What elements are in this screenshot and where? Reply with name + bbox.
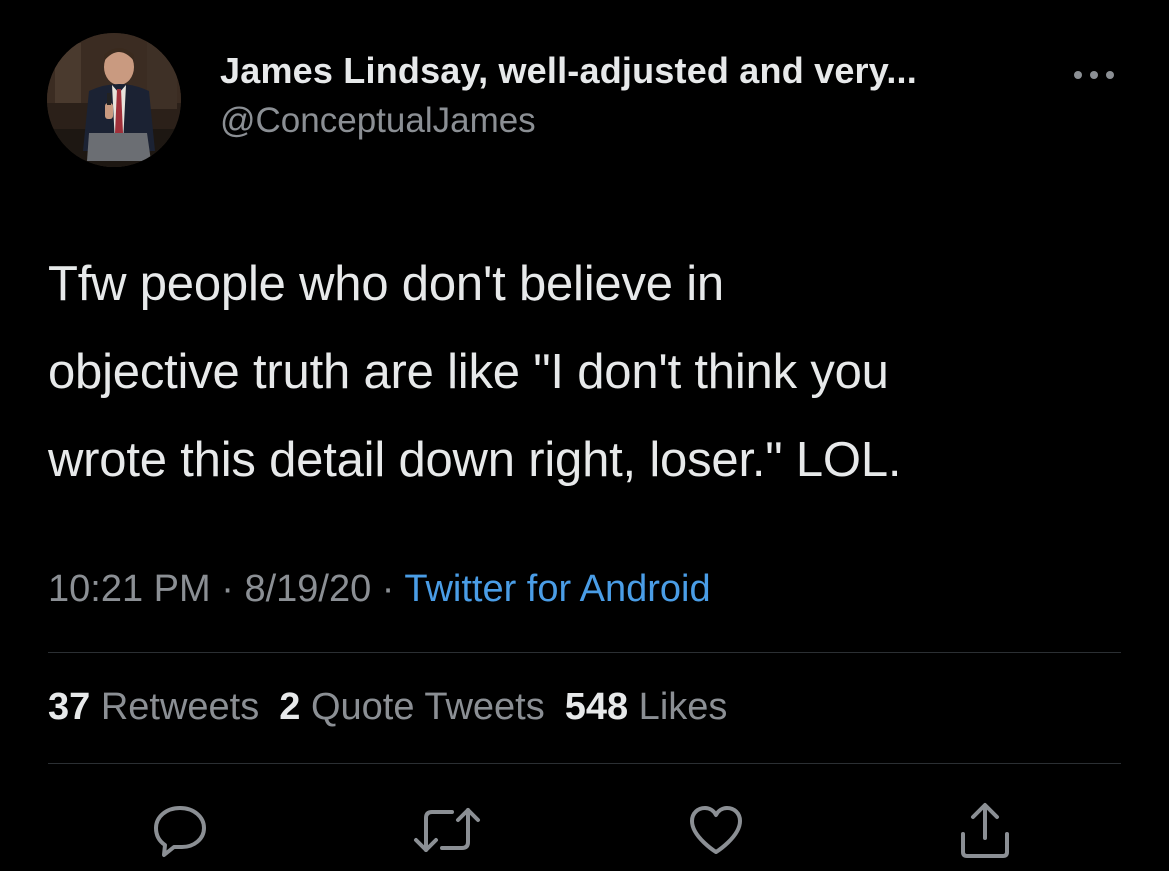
tweet-time: 10:21 PM bbox=[48, 568, 211, 610]
reply-icon bbox=[154, 806, 206, 857]
tweet-meta: 10:21 PM · 8/19/20 · Twitter for Android bbox=[48, 568, 711, 611]
quote-tweets-count: 2 bbox=[279, 686, 301, 728]
likes-label: Likes bbox=[628, 686, 728, 728]
tweet-source-link[interactable]: Twitter for Android bbox=[404, 568, 710, 610]
likes-count: 548 bbox=[564, 686, 629, 728]
likes-stat[interactable]: 548 Likes bbox=[565, 686, 728, 728]
like-button[interactable] bbox=[686, 800, 746, 860]
reply-button[interactable] bbox=[150, 800, 210, 860]
retweets-count: 37 bbox=[48, 686, 91, 728]
more-icon bbox=[1074, 71, 1114, 79]
share-icon bbox=[961, 803, 1009, 858]
meta-separator: · bbox=[210, 568, 245, 610]
author-display-name[interactable]: James Lindsay, well-adjusted and very... bbox=[220, 50, 917, 92]
tweet-date: 8/19/20 bbox=[244, 568, 372, 610]
avatar[interactable] bbox=[47, 33, 181, 167]
retweets-label: Retweets bbox=[90, 686, 260, 728]
retweets-stat[interactable]: 37 Retweets bbox=[48, 686, 259, 728]
share-button[interactable] bbox=[955, 800, 1015, 860]
author-handle[interactable]: @ConceptualJames bbox=[220, 101, 536, 141]
divider bbox=[48, 652, 1121, 653]
more-options-button[interactable] bbox=[1068, 60, 1120, 90]
meta-separator: · bbox=[371, 568, 405, 610]
retweet-icon bbox=[414, 808, 480, 852]
quote-tweets-label: Quote Tweets bbox=[300, 686, 545, 728]
tweet-text: Tfw people who don't believe in objectiv… bbox=[48, 257, 902, 487]
tweet-stats: 37 Retweets 2 Quote Tweets 548 Likes bbox=[48, 686, 747, 729]
avatar-photo bbox=[47, 33, 181, 167]
heart-icon bbox=[690, 806, 742, 854]
divider bbox=[48, 763, 1121, 764]
retweet-button[interactable] bbox=[412, 800, 480, 860]
quote-tweets-stat[interactable]: 2 Quote Tweets bbox=[279, 686, 544, 728]
tweet-detail: James Lindsay, well-adjusted and very...… bbox=[0, 0, 1169, 871]
